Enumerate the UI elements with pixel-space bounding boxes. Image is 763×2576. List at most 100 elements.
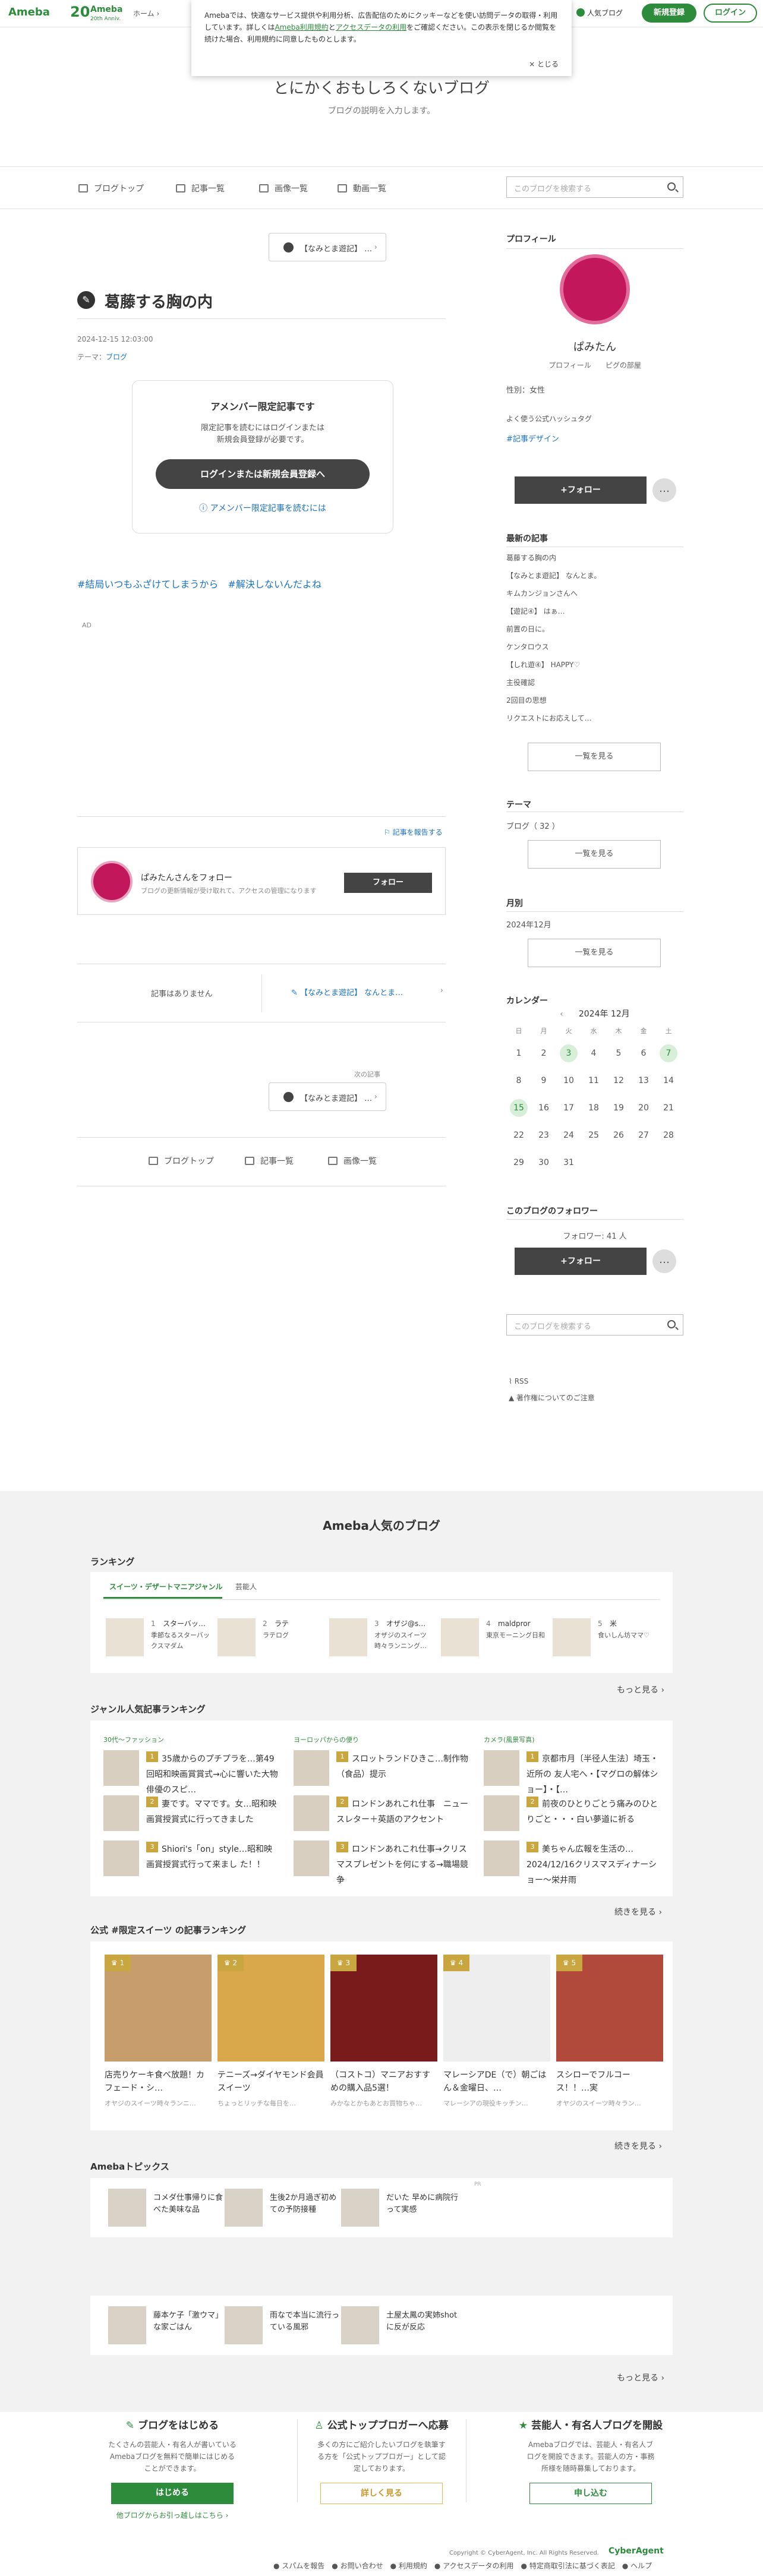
calendar-day[interactable]: 10 xyxy=(556,1067,581,1094)
ranking-more-link[interactable]: もっと見る › xyxy=(617,1684,664,1696)
genre-thumbnail[interactable] xyxy=(294,1750,329,1786)
sweets-more-link[interactable]: 続きを見る › xyxy=(614,2140,662,2152)
prev-entry-top[interactable]: 【なみとま遊記】 … › xyxy=(269,233,386,261)
genre-ranking-item[interactable]: スロットランドひきこ…制作物（食品）提示 1 xyxy=(294,1750,472,1786)
topic-item[interactable]: だいた 早めに病院行って実感 xyxy=(341,2189,460,2227)
sidebar-follow-button[interactable]: +フォロー xyxy=(515,476,647,504)
calendar-day[interactable]: 17 xyxy=(556,1094,581,1122)
recent-entry-link[interactable]: 【遊記④】 はぁ… xyxy=(506,606,565,616)
bottom-nav-images[interactable]: 画像一覧 xyxy=(328,1155,377,1167)
chevron-left-icon[interactable]: ‹ xyxy=(560,1009,563,1019)
topic-item[interactable]: 藤本ケ子「激ウマ」な家ごはん xyxy=(108,2306,227,2344)
sweets-image[interactable]: ♛ 1 xyxy=(105,1955,212,2062)
genre-ranking-item[interactable]: ロンドンあれこれ仕事 ニュースレター＋英語のアクセント 2 xyxy=(294,1795,472,1831)
nav-images[interactable]: 画像一覧 xyxy=(259,182,308,194)
more-options-button[interactable]: … xyxy=(652,478,676,502)
report-entry-link[interactable]: ⚐ 記事を報告する xyxy=(384,827,443,837)
follow-card-button[interactable]: フォロー xyxy=(344,873,432,893)
calendar-day[interactable]: 19 xyxy=(606,1094,631,1122)
ranking-item[interactable]: 1 スターバッ… 季節なるスターバックスマダム xyxy=(106,1618,213,1660)
topic-thumbnail[interactable] xyxy=(225,2306,263,2344)
tab-sweets[interactable]: スイーツ・デザートマニアジャンル xyxy=(109,1581,223,1592)
calendar-day[interactable]: 31 xyxy=(556,1149,581,1176)
calendar-day[interactable]: 30 xyxy=(531,1149,556,1176)
sidebar-search-input[interactable]: このブログを検索する xyxy=(506,1314,683,1336)
calendar-day[interactable]: 18 xyxy=(581,1094,606,1122)
copyright-notice-link[interactable]: ▲ 著作権についてのご注意 xyxy=(509,1393,595,1403)
terms-link[interactable]: Ameba利用規約 xyxy=(275,23,328,31)
theme-see-all-button[interactable]: 一覧を見る xyxy=(528,840,661,869)
recent-entry-link[interactable]: 2回目の思想 xyxy=(506,695,547,705)
ranking-thumbnail[interactable] xyxy=(106,1618,144,1656)
topic-thumbnail[interactable] xyxy=(341,2189,379,2227)
sweets-item[interactable]: ♛ 3 （コストコ）マニアおすすめの購入品5選！ みかなとかもあとお買物ちゃ… xyxy=(330,1955,437,2108)
recent-entry-link[interactable]: 前置の日に。 xyxy=(506,624,549,634)
pigg-room-link[interactable]: ピグの部屋 xyxy=(606,361,641,370)
genre-thumbnail[interactable] xyxy=(103,1795,139,1831)
genre-ranking-item[interactable]: ロンドンあれこれ仕事→クリスマスプレゼントを何にする→職場競争 3 xyxy=(294,1841,472,1885)
recent-entry-link[interactable]: 主役確認 xyxy=(506,677,535,687)
calendar-day[interactable]: 11 xyxy=(581,1067,606,1094)
genre-thumbnail[interactable] xyxy=(484,1795,519,1831)
calendar-day[interactable]: 7 xyxy=(656,1040,681,1067)
genre-more-link[interactable]: 続きを見る › xyxy=(614,1906,662,1918)
sweets-item[interactable]: ♛ 5 スシローでフルコース！！…実 オヤジのスイーツ時々ラン… xyxy=(556,1955,663,2108)
sweets-item[interactable]: ♛ 1 店売りケーキ食べ放題！カフェード・シ… オヤジのスイーツ時々ランニ… xyxy=(105,1955,212,2108)
topics-more-link[interactable]: もっと見る › xyxy=(617,2372,664,2384)
ranking-item[interactable]: 5 米食いしん坊ママ♡ xyxy=(553,1618,660,1660)
footer-migrate-link[interactable]: 他ブログからお引っ越しはこちら › xyxy=(48,2510,297,2520)
genre-thumbnail[interactable] xyxy=(484,1750,519,1786)
calendar-day[interactable]: 14 xyxy=(656,1067,681,1094)
cookie-close-button[interactable]: × とじる xyxy=(529,58,559,70)
calendar-day[interactable]: 1 xyxy=(506,1040,531,1067)
calendar-day[interactable]: 9 xyxy=(531,1067,556,1094)
avatar[interactable] xyxy=(91,861,133,902)
search-icon[interactable] xyxy=(667,1320,676,1328)
member-login-button[interactable]: ログインまたは新規会員登録へ xyxy=(156,459,370,489)
ranking-thumbnail[interactable] xyxy=(441,1618,479,1656)
calendar-day[interactable]: 28 xyxy=(656,1122,681,1149)
access-data-link[interactable]: アクセスデータの利用 xyxy=(336,23,406,31)
genre-ranking-item[interactable]: Shiori's「on」style…昭和映画賞授賞式行って来まし た！！ 3 xyxy=(103,1841,282,1876)
calendar-day-marked[interactable]: 15 xyxy=(510,1099,528,1117)
calendar-day[interactable]: 13 xyxy=(631,1067,656,1094)
recent-entry-link[interactable]: ケンタロウス xyxy=(506,642,549,652)
nav-entries[interactable]: 記事一覧 xyxy=(176,182,225,194)
calendar-day[interactable]: 15 xyxy=(506,1094,531,1122)
ranking-item[interactable]: 3 オザジ@s… オザジのスイーツ時々ランニング… xyxy=(329,1618,436,1660)
ranking-thumbnail[interactable] xyxy=(217,1618,256,1656)
sweets-item[interactable]: ♛ 2 テニーズ→ダイヤモンド会員スイーツ ちょっとリッチな毎日を… xyxy=(217,1955,324,2108)
recent-entry-link[interactable]: 葛藤する胸の内 xyxy=(506,553,556,563)
recent-see-all-button[interactable]: 一覧を見る xyxy=(528,743,661,771)
genre-ranking-item[interactable]: 京都市月〔半径人生法〕埼玉・近所の 友人宅へ・【マグロの解体ショー】・【… 1 xyxy=(484,1750,662,1795)
ranking-item[interactable]: 4 maldpror 東京モーニング日和 xyxy=(441,1618,548,1660)
theme-item[interactable]: ブログ（ 32 ） xyxy=(506,820,560,831)
topic-thumbnail[interactable] xyxy=(341,2306,379,2344)
footer-top-button[interactable]: 詳しく見る xyxy=(320,2483,443,2504)
followers-follow-button[interactable]: +フォロー xyxy=(515,1248,647,1275)
topic-item[interactable]: 雨なで本当に流行っている風邪 xyxy=(225,2306,343,2344)
calendar-day[interactable]: 4 xyxy=(581,1040,606,1067)
calendar-day[interactable]: 6 xyxy=(631,1040,656,1067)
signup-button[interactable]: 新規登録 xyxy=(642,4,696,23)
topic-item[interactable]: 生後2か月過ぎ初めての予防接種 xyxy=(225,2189,343,2227)
entry-hashtags[interactable]: #結局いつもふざけてしまうから #解決しないんだよね xyxy=(77,576,321,591)
calendar-day[interactable]: 22 xyxy=(506,1122,531,1149)
nav-videos[interactable]: 動画一覧 xyxy=(338,182,386,194)
genre-3-heading[interactable]: カメラ(風景写真) xyxy=(484,1735,535,1744)
official-hashtag[interactable]: #記事デザイン xyxy=(506,433,559,444)
topic-thumbnail[interactable] xyxy=(108,2306,146,2344)
sweets-item[interactable]: ♛ 4 マレーシアDE（で）朝ごはん＆金曜日、… マレーシアの現役キッチン… xyxy=(443,1955,550,2108)
calendar-day[interactable]: 25 xyxy=(581,1122,606,1149)
topic-thumbnail[interactable] xyxy=(225,2189,263,2227)
calendar-day-marked[interactable]: 3 xyxy=(560,1044,578,1062)
ranking-item[interactable]: 2 ラテ ラテログ xyxy=(217,1618,324,1660)
recent-entry-link[interactable]: 【なみとま遊記】 なんとま。 xyxy=(506,570,601,580)
genre-thumbnail[interactable] xyxy=(484,1841,519,1876)
topic-item[interactable]: コメダ仕事帰りに食べた美味な品 xyxy=(108,2189,227,2227)
genre-1-heading[interactable]: 30代〜ファッション xyxy=(103,1735,164,1744)
calendar-day[interactable]: 16 xyxy=(531,1094,556,1122)
footer-celeb-button[interactable]: 申し込む xyxy=(529,2483,652,2504)
month-see-all-button[interactable]: 一覧を見る xyxy=(528,939,661,967)
calendar-day[interactable]: 3 xyxy=(556,1040,581,1067)
